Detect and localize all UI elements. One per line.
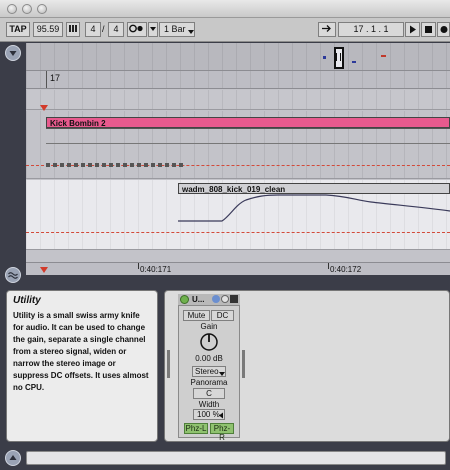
device-title: U...: [192, 295, 205, 304]
arrangement-toggle-icon[interactable]: [5, 45, 21, 61]
kick-waveform-strip: [46, 163, 186, 167]
device-power-button[interactable]: [180, 295, 189, 304]
gain-knob[interactable]: [198, 331, 220, 355]
meter-numerator[interactable]: 4: [85, 22, 101, 37]
meter-separator: /: [102, 24, 105, 34]
info-view: Utility Utility is a small swiss army kn…: [6, 290, 158, 442]
volume-envelope[interactable]: [26, 180, 450, 250]
device-hot-swap-icon[interactable]: [212, 295, 220, 303]
track-lane-kick[interactable]: Kick Bombin 2: [26, 111, 450, 179]
meter-denominator[interactable]: 4: [108, 22, 124, 37]
device-chain-meter: [242, 350, 245, 378]
width-arrow-icon: [218, 411, 224, 421]
device-save-icon[interactable]: [230, 295, 238, 303]
panorama-field[interactable]: C: [193, 388, 225, 399]
info-view-toggle-icon[interactable]: [5, 450, 21, 466]
follow-arrow-icon[interactable]: [318, 22, 336, 37]
time-tick: [328, 263, 329, 269]
quantize-dropdown-arrow[interactable]: [148, 22, 158, 37]
bar-number-label: 17: [50, 73, 61, 83]
status-message-field: [26, 451, 446, 465]
track-lane-empty[interactable]: [26, 90, 450, 111]
phase-left-button[interactable]: Phz-L: [184, 423, 208, 434]
loop-end-marker[interactable]: [40, 265, 48, 275]
utility-device-header: U...: [178, 294, 240, 306]
wave-toggle-icon[interactable]: [5, 267, 21, 283]
info-view-title: Utility: [13, 295, 41, 306]
tempo-field[interactable]: 95.59: [33, 22, 63, 37]
mute-button[interactable]: Mute: [183, 310, 210, 321]
song-position-display[interactable]: 17 . 1 . 1: [338, 22, 404, 37]
beat-ruler[interactable]: 17: [26, 71, 450, 89]
time-label: 0:40:171: [140, 265, 172, 274]
zoom-window-button[interactable]: [37, 4, 47, 14]
title-bar: [0, 0, 450, 18]
device-chain-meter: [167, 350, 170, 378]
gain-value: 0.00 dB: [195, 354, 223, 363]
width-label: Width: [198, 400, 220, 409]
left-gutter: [0, 43, 26, 288]
overview-clip-tick: [381, 55, 386, 57]
info-view-text: Utility is a small swiss army knife for …: [13, 311, 149, 392]
stop-button[interactable]: [421, 22, 436, 37]
automation-red-line: [26, 232, 450, 233]
time-tick: [138, 263, 139, 269]
tap-tempo-button[interactable]: TAP: [6, 22, 30, 37]
close-window-button[interactable]: [7, 4, 17, 14]
metronome-pattern-icon[interactable]: [66, 22, 80, 37]
automation-line: [46, 143, 450, 144]
clip-baseline: [46, 128, 450, 129]
minimize-window-button[interactable]: [22, 4, 32, 14]
time-label: 0:40:172: [330, 265, 362, 274]
time-ruler[interactable]: 0:40:171 0:40:172: [26, 262, 450, 275]
metronome-toggle[interactable]: [127, 22, 147, 37]
gain-label: Gain: [200, 322, 218, 331]
overview-marker-inner: [336, 53, 341, 61]
track-lane-audio[interactable]: wadm_808_kick_019_clean: [26, 180, 450, 250]
dc-button[interactable]: DC: [211, 310, 234, 321]
overview-clip-tick: [323, 56, 326, 59]
phase-right-button[interactable]: Phz-R: [210, 423, 234, 442]
bar-line: [46, 71, 47, 88]
panorama-label: Panorama: [190, 378, 228, 387]
device-preset-icon[interactable]: [221, 295, 229, 303]
clip-kick-bombin[interactable]: Kick Bombin 2: [46, 117, 450, 128]
status-bar: [0, 446, 450, 470]
record-button[interactable]: [437, 22, 450, 37]
overview-clip-tick: [352, 61, 356, 63]
chevron-down-icon: [188, 27, 194, 37]
transport-bar: TAP 95.59 4 / 4 1 Bar 17 . 1 . 1: [0, 18, 450, 42]
play-button[interactable]: [405, 22, 420, 37]
overview-strip[interactable]: [26, 43, 450, 71]
